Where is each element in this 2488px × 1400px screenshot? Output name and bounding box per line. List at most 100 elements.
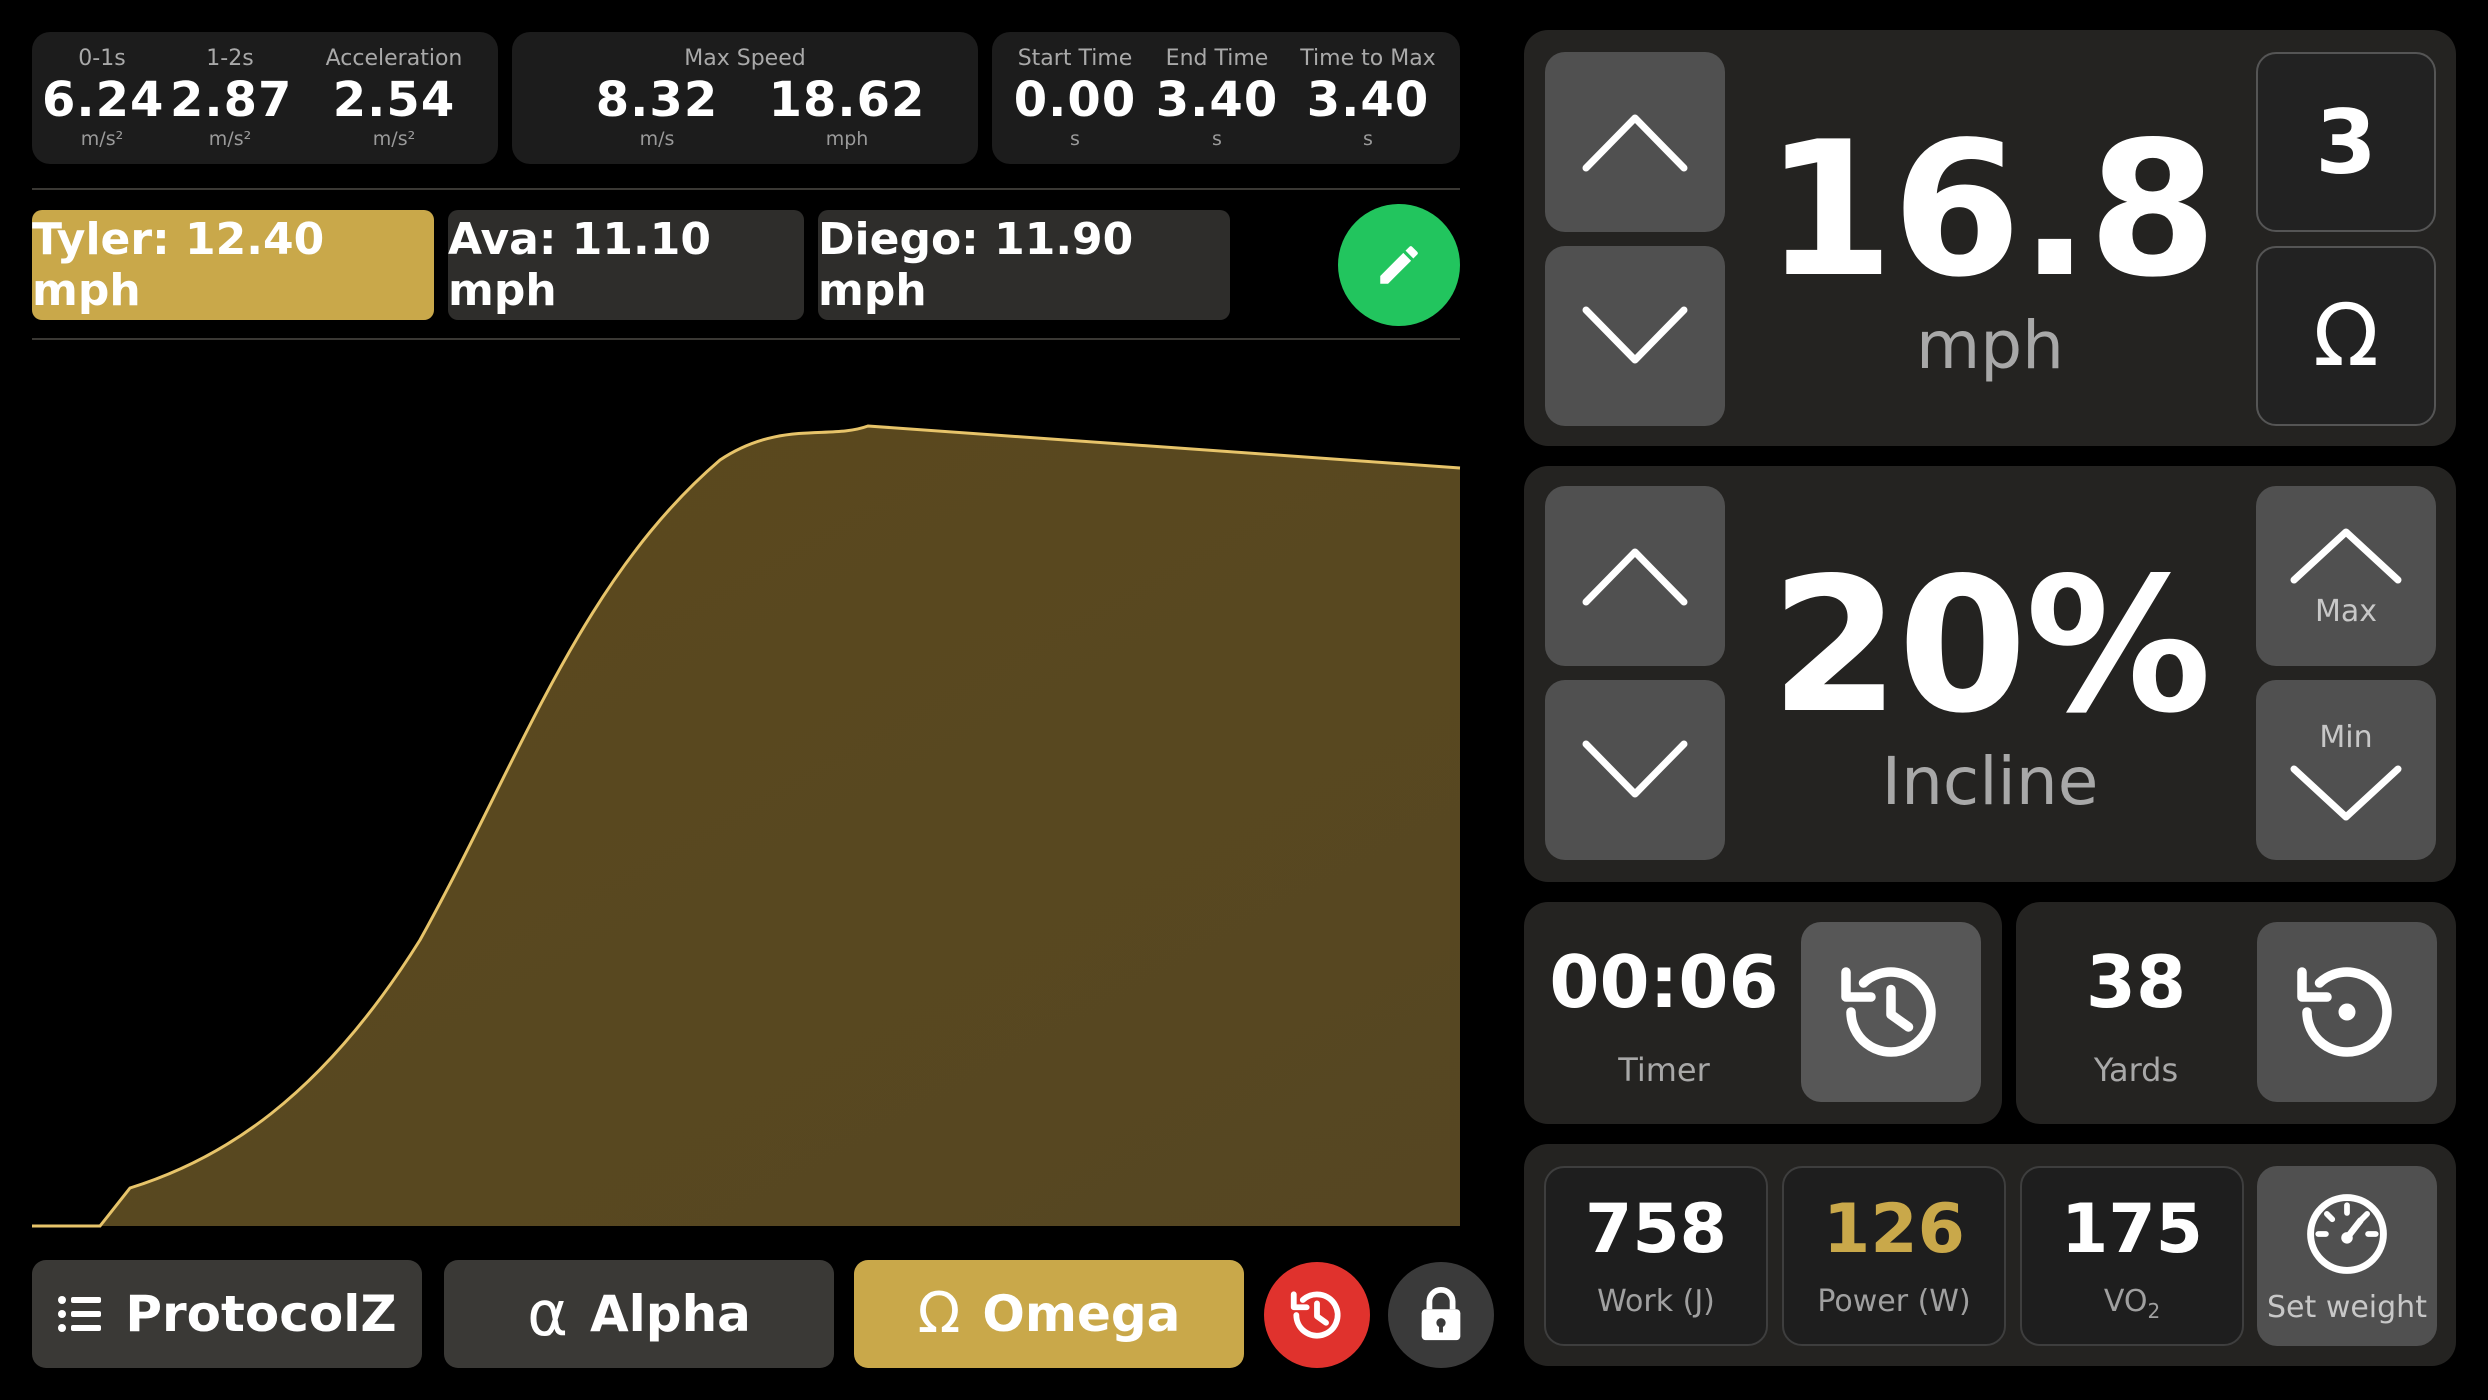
- incline-max-button[interactable]: Max: [2256, 486, 2436, 666]
- lock-button[interactable]: [1388, 1262, 1494, 1368]
- alpha-icon: α: [527, 1277, 568, 1350]
- stat-unit: m/s²: [372, 128, 416, 150]
- stat-value: 18.62: [768, 72, 926, 128]
- set-weight-label: Set weight: [2267, 1289, 2427, 1325]
- omega-label: Omega: [982, 1285, 1181, 1343]
- omega-mode-button[interactable]: Ω: [2256, 246, 2436, 426]
- stat-unit: mph: [825, 128, 869, 150]
- omega-button[interactable]: Ω Omega: [854, 1260, 1244, 1368]
- vo2-label: VO: [2103, 1284, 2148, 1319]
- alpha-button[interactable]: α Alpha: [444, 1260, 834, 1368]
- stat-unit: s: [1212, 128, 1222, 150]
- speed-up-button[interactable]: [1545, 52, 1725, 232]
- stat-acceleration: Acceleration 2.54 m/s²: [314, 46, 474, 150]
- timer-label: Timer: [1618, 1051, 1710, 1089]
- stat-label: Max Speed: [684, 46, 806, 71]
- speed-unit: mph: [1915, 307, 2065, 384]
- incline-value: 20%: [1770, 537, 2211, 754]
- vo2-metric: 175 VO2: [2020, 1166, 2244, 1346]
- incline-min-label: Min: [2319, 720, 2373, 755]
- work-metric: 758 Work (J): [1544, 1166, 1768, 1346]
- yards-label: Yards: [2093, 1051, 2179, 1089]
- timer-value: 00:06: [1549, 940, 1779, 1024]
- pencil-icon: [1380, 246, 1418, 284]
- stat-value: 6.24: [42, 72, 165, 128]
- chevron-up-icon: [1582, 548, 1688, 606]
- stat-start-time: Start Time 0.00 s: [1006, 46, 1144, 150]
- stat-unit: s: [1363, 128, 1373, 150]
- chevron-up-icon: [1582, 114, 1688, 172]
- power-value: 126: [1823, 1190, 1965, 1269]
- chevron-down-icon: [1582, 306, 1688, 364]
- stat-label: Acceleration: [325, 46, 463, 71]
- stat-value: 0.00: [1013, 72, 1137, 128]
- history-icon: [1290, 1291, 1341, 1339]
- stat-value: 2.87: [170, 72, 293, 128]
- reset-icon: [2297, 967, 2392, 1057]
- yards-reset-button[interactable]: [2257, 922, 2437, 1102]
- gauge-icon: [2307, 1193, 2387, 1274]
- stat-value: 3.40: [1306, 72, 1430, 128]
- stat-label: Time to Max: [1300, 46, 1436, 71]
- stat-0-1s: 0-1s 6.24 m/s²: [42, 46, 165, 150]
- protocol-label: ProtocolZ: [125, 1285, 397, 1343]
- stats-card-times: Start Time 0.00 s End Time 3.40 s Time t…: [992, 32, 1460, 164]
- lock-icon: [1421, 1287, 1461, 1341]
- stat-time-to-max: Time to Max 3.40 s: [1288, 46, 1448, 150]
- stat-max-speed-ms: 8.32 m/s: [572, 72, 742, 150]
- stat-value: 2.54: [332, 72, 456, 128]
- power-metric: 126 Power (W): [1782, 1166, 2006, 1346]
- power-label: Power (W): [1817, 1284, 1971, 1319]
- stat-unit: s: [1070, 128, 1080, 150]
- stat-end-time: End Time 3.40 s: [1150, 46, 1284, 150]
- stat-label: End Time: [1165, 46, 1269, 71]
- omega-icon: Ω: [2313, 286, 2379, 386]
- omega-icon: Ω: [917, 1281, 961, 1346]
- preset-value: 3: [2315, 90, 2377, 194]
- vo2-value: 175: [2061, 1190, 2203, 1269]
- stat-value: 8.32: [595, 72, 719, 128]
- athlete-chip-ava[interactable]: Ava: 11.10 mph: [448, 210, 804, 320]
- incline-down-button[interactable]: [1545, 680, 1725, 860]
- timer-reset-button[interactable]: [1801, 922, 1981, 1102]
- history-reset-button[interactable]: [1264, 1262, 1370, 1368]
- incline-max-label: Max: [2314, 594, 2378, 629]
- incline-min-button[interactable]: Min: [2256, 680, 2436, 860]
- speed-value: 16.8: [1764, 101, 2218, 318]
- stats-card-acceleration: 0-1s 6.24 m/s² 1-2s 2.87 m/s² Accelerati…: [32, 32, 498, 164]
- divider-top: [32, 188, 1460, 190]
- edit-button[interactable]: [1338, 204, 1460, 326]
- stat-unit: m/s²: [80, 128, 124, 150]
- stat-unit: m/s²: [208, 128, 252, 150]
- history-icon: [1841, 967, 1936, 1057]
- chevron-up-icon: [2290, 528, 2402, 584]
- speed-preset-button[interactable]: 3: [2256, 52, 2436, 232]
- chevron-down-icon: [2290, 765, 2402, 821]
- work-value: 758: [1585, 1190, 1727, 1269]
- alpha-label: Alpha: [589, 1285, 751, 1343]
- stat-max-speed-label-wrap: Max Speed: [512, 46, 978, 72]
- stat-max-speed-mph: 18.62 mph: [752, 72, 942, 150]
- chevron-down-icon: [1582, 740, 1688, 798]
- vo2-label-wrap: VO2: [2022, 1284, 2242, 1323]
- yards-value: 38: [2085, 940, 2187, 1024]
- stat-1-2s: 1-2s 2.87 m/s²: [170, 46, 293, 150]
- vo2-subscript: 2: [2147, 1299, 2161, 1323]
- work-label: Work (J): [1597, 1284, 1715, 1319]
- stat-value: 3.40: [1155, 72, 1279, 128]
- set-weight-button[interactable]: Set weight: [2257, 1166, 2437, 1346]
- stat-unit: m/s: [639, 128, 675, 150]
- athlete-chip-diego[interactable]: Diego: 11.90 mph: [818, 210, 1230, 320]
- stat-label: 1-2s: [206, 46, 254, 71]
- incline-label: Incline: [1881, 743, 2099, 820]
- speed-curve-area: [32, 426, 1460, 1226]
- stats-card-max-speed: Max Speed 8.32 m/s 18.62 mph: [512, 32, 978, 164]
- incline-up-button[interactable]: [1545, 486, 1725, 666]
- speed-curve-chart: [32, 424, 1461, 1228]
- stat-label: Start Time: [1017, 46, 1133, 71]
- speed-down-button[interactable]: [1545, 246, 1725, 426]
- stat-label: 0-1s: [78, 46, 126, 71]
- protocol-button[interactable]: ProtocolZ: [32, 1260, 422, 1368]
- athlete-chip-tyler[interactable]: Tyler: 12.40 mph: [32, 210, 434, 320]
- list-icon: [58, 1296, 102, 1332]
